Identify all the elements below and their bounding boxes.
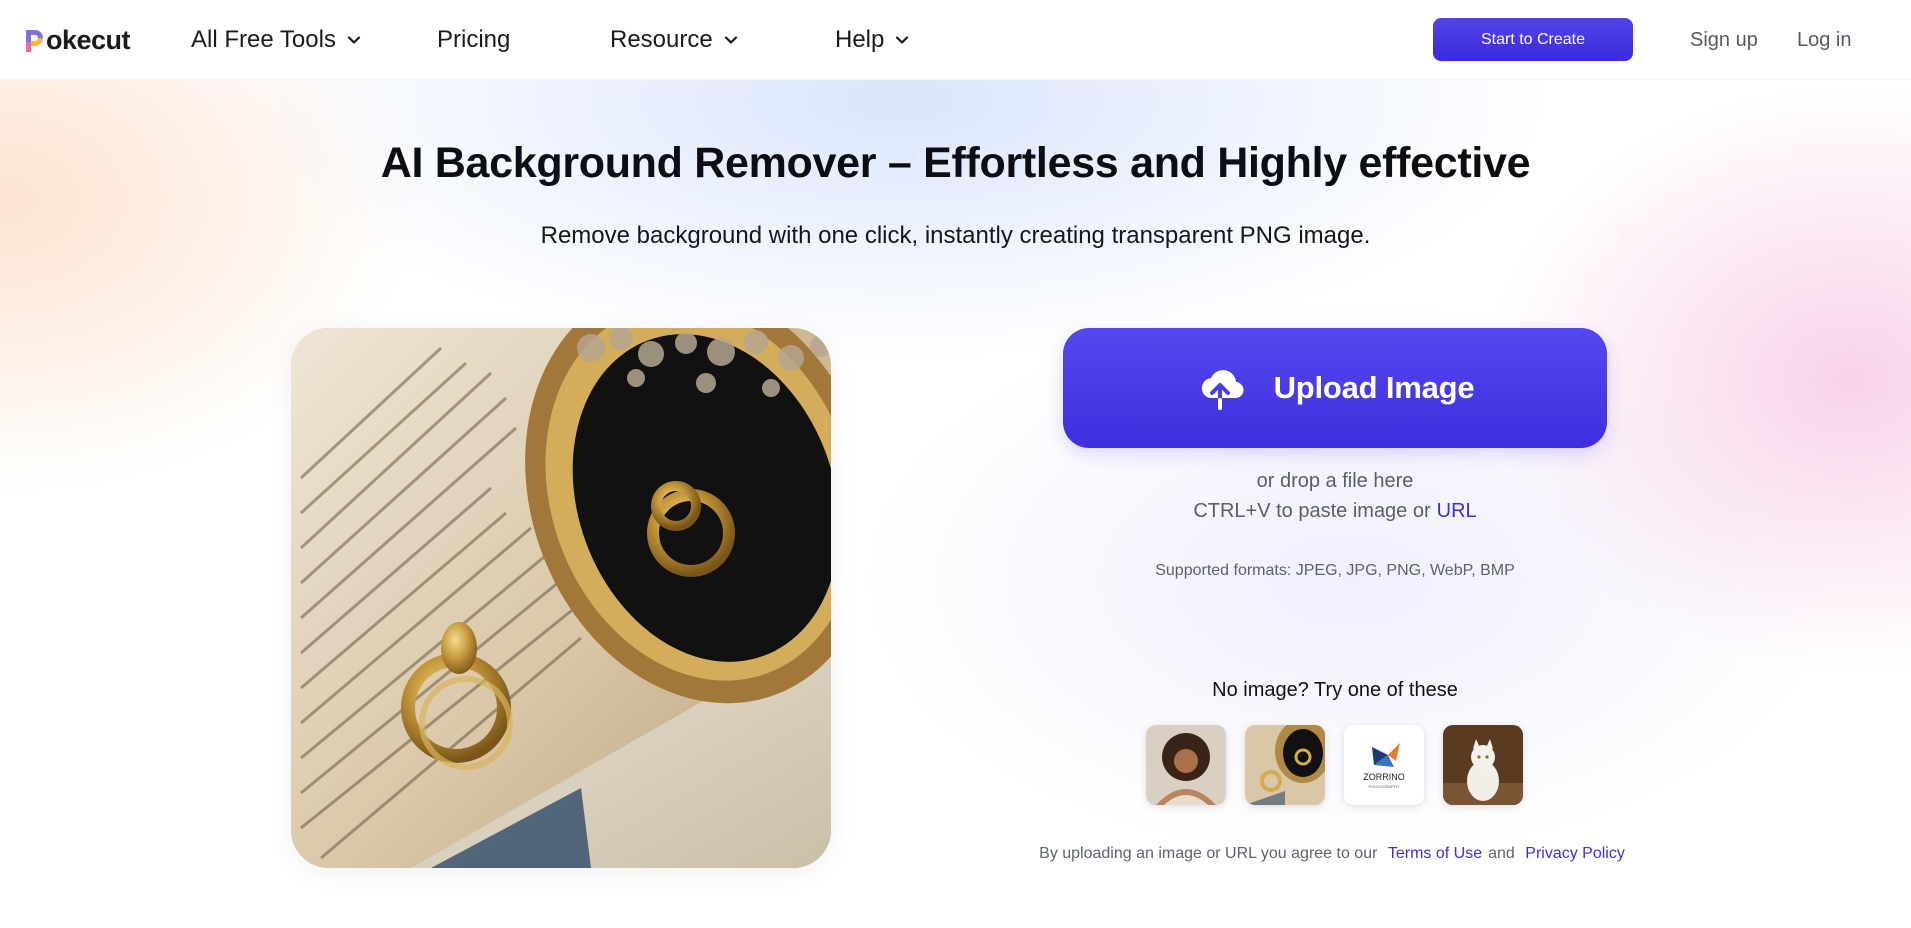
url-link[interactable]: URL — [1437, 500, 1477, 522]
sample-gold-earrings[interactable] — [1245, 725, 1325, 805]
nav-label: Resource — [610, 26, 713, 53]
upload-image-label: Upload Image — [1273, 370, 1475, 405]
chevron-down-icon — [723, 32, 739, 48]
sample-images-row: ZORRINO PHOTOGRAPHY — [1146, 725, 1523, 805]
sample-zorrino-logo[interactable]: ZORRINO PHOTOGRAPHY — [1344, 725, 1424, 805]
chevron-down-icon — [894, 32, 910, 48]
nav-pricing[interactable]: Pricing — [437, 22, 510, 58]
nav-resource[interactable]: Resource — [610, 22, 739, 58]
supported-formats: Supported formats: JPEG, JPG, PNG, WebP,… — [1155, 562, 1515, 579]
log-in-link[interactable]: Log in — [1797, 22, 1852, 58]
cloud-upload-icon — [1196, 364, 1244, 412]
legal-and: and — [1488, 845, 1515, 862]
drop-hint: or drop a file here — [1256, 470, 1414, 492]
sign-up-link[interactable]: Sign up — [1690, 22, 1758, 58]
zorrino-logo-text: ZORRINO — [1363, 772, 1405, 782]
sample-woman-portrait[interactable] — [1146, 725, 1226, 805]
legal-prefix: By uploading an image or URL you agree t… — [1039, 845, 1378, 862]
page-subtitle: Remove background with one click, instan… — [540, 222, 1371, 249]
terms-of-use-link[interactable]: Terms of Use — [1388, 845, 1482, 862]
sample-white-cat[interactable] — [1443, 725, 1523, 805]
top-navbar: okecut All Free Tools Pricing Resource H… — [0, 0, 1911, 80]
nav-all-free-tools[interactable]: All Free Tools — [191, 22, 362, 58]
example-preview-image — [291, 328, 831, 868]
paste-hint-text: CTRL+V to paste image or — [1193, 500, 1431, 522]
chevron-down-icon — [346, 32, 362, 48]
page-title: AI Background Remover – Effortless and H… — [380, 139, 1531, 187]
start-to-create-button[interactable]: Start to Create — [1433, 18, 1633, 61]
sample-images-title: No image? Try one of these — [1212, 679, 1458, 701]
nav-label: All Free Tools — [191, 26, 336, 53]
paste-hint: CTRL+V to paste image or URL — [1063, 500, 1607, 523]
brand-name: okecut — [46, 24, 131, 55]
legal-notice: By uploading an image or URL you agree t… — [1020, 845, 1650, 863]
nav-help[interactable]: Help — [835, 22, 910, 58]
nav-label: Pricing — [437, 26, 511, 53]
zorrino-logo-subtext: PHOTOGRAPHY — [1368, 784, 1399, 789]
privacy-policy-link[interactable]: Privacy Policy — [1525, 845, 1625, 862]
brand-logo[interactable]: okecut — [23, 22, 131, 58]
pokecut-logo-icon — [23, 26, 45, 54]
upload-image-button[interactable]: Upload Image — [1063, 328, 1607, 448]
hero-background — [0, 80, 1911, 928]
nav-label: Help — [835, 26, 885, 53]
